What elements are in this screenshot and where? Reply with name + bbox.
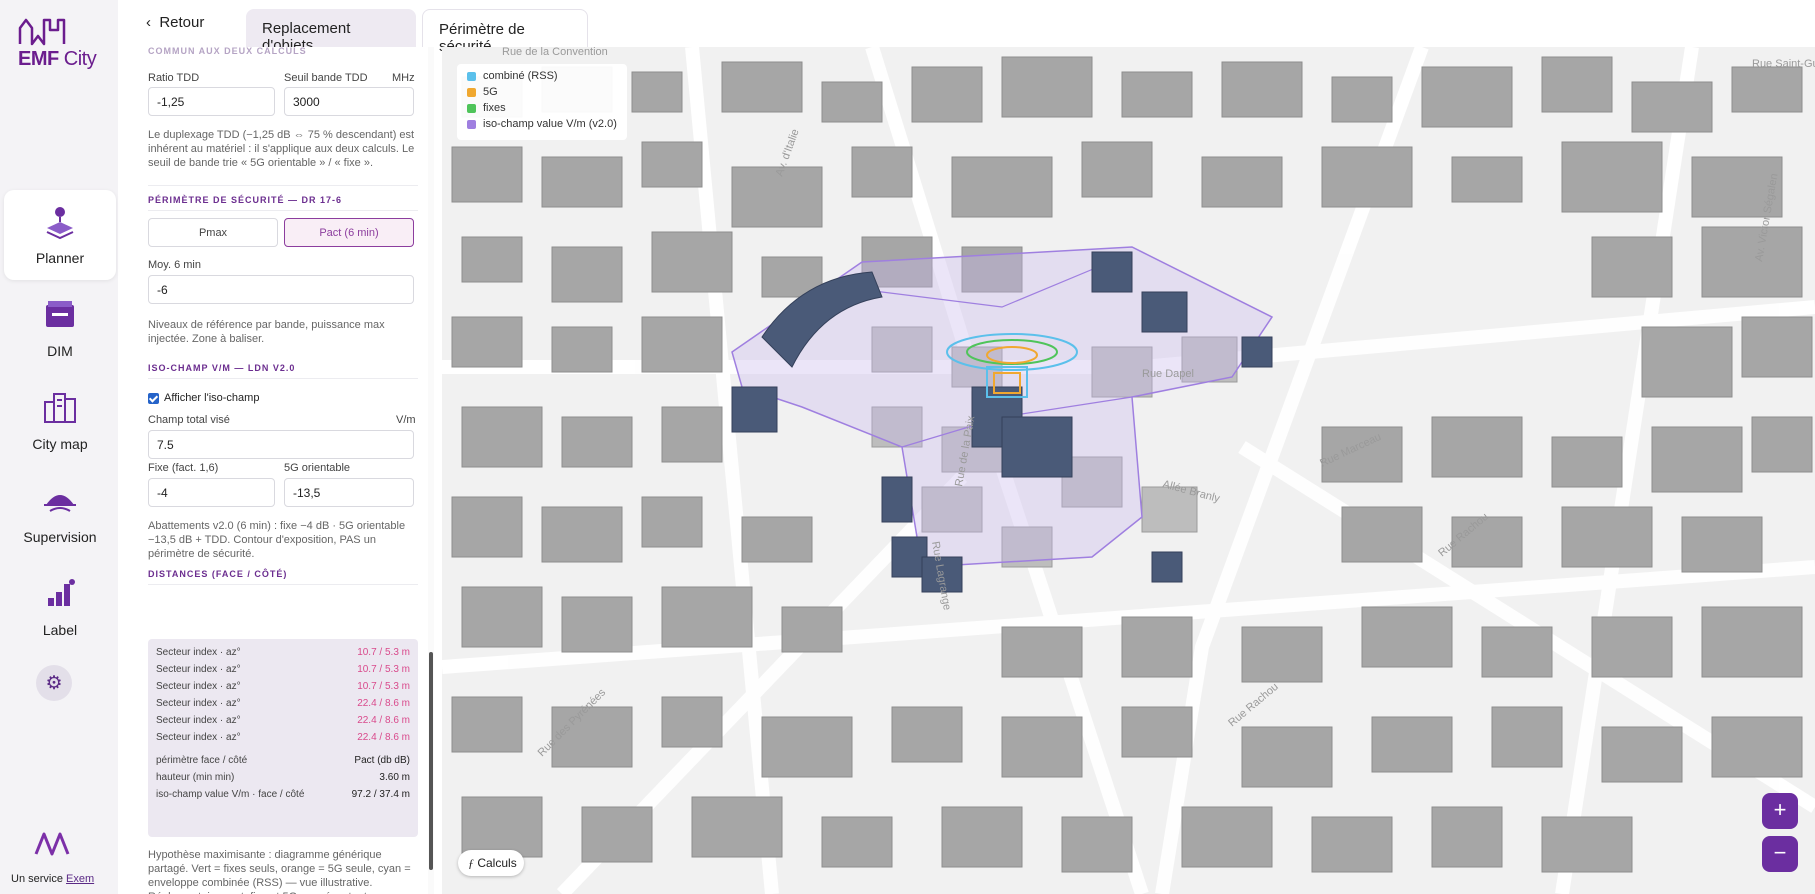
section-header-iso: ISO-CHAMP V/M — LDN V2.0 xyxy=(148,363,296,373)
section-header-perimetre: PÉRIMÈTRE DE SÉCURITÉ — DR 17-6 xyxy=(148,195,343,205)
zoom-out-button[interactable]: − xyxy=(1762,836,1798,872)
back-button[interactable]: ‹ Retour xyxy=(146,14,204,31)
seuil-bande-input[interactable]: 3000 xyxy=(284,87,414,116)
logo-wave-icon xyxy=(18,18,66,46)
function-icon: ƒ xyxy=(468,856,474,870)
calculs-button[interactable]: ƒ Calculs xyxy=(458,850,524,876)
moy-label: Moy. 6 min xyxy=(148,259,201,271)
supervision-icon xyxy=(44,495,76,512)
afficher-iso-label: Afficher l'iso-champ xyxy=(164,392,260,404)
settings-panel: COMMUN AUX DEUX CALCULS Ratio TDD Seuil … xyxy=(134,47,434,894)
moy-6min-input[interactable]: -6 xyxy=(148,275,414,304)
summary-row: iso-champ value V/m · face / côté 97.2 / … xyxy=(156,789,410,800)
distance-row: Secteur index · az° 22.4 / 8.6 m xyxy=(156,715,410,726)
distances-box: Secteur index · az° 10.7 / 5.3 m Secteur … xyxy=(148,639,418,837)
nav-item-dim[interactable]: DIM xyxy=(4,283,116,373)
nav-label-label: Label xyxy=(42,622,78,638)
seuil-unit: MHz xyxy=(392,72,415,84)
ratio-label: Ratio TDD xyxy=(148,72,200,84)
divider xyxy=(148,584,418,585)
sidebar-nav: EMF City Planner DIM City map Supervisio… xyxy=(0,0,118,894)
nav-item-city-map[interactable]: City map xyxy=(4,376,116,466)
seuil-label: Seuil bande TDD xyxy=(284,72,368,84)
afficher-iso-checkbox[interactable] xyxy=(148,393,159,404)
exem-logo-icon xyxy=(34,832,70,856)
brand-logo[interactable]: EMF City xyxy=(14,18,104,76)
divider xyxy=(148,185,418,186)
panel-scrollbar-thumb[interactable] xyxy=(429,652,433,870)
tab-perimetre[interactable]: Périmètre de sécurité xyxy=(422,9,588,55)
label-icon xyxy=(48,579,75,606)
champ-label: Champ total visé xyxy=(148,414,230,426)
street-label: Rue Saint-Guilhem xyxy=(1752,58,1815,70)
legend-swatch xyxy=(467,104,476,113)
distance-row: Secteur index · az° 10.7 / 5.3 m xyxy=(156,647,410,658)
ratio-tdd-input[interactable]: -1,25 xyxy=(148,87,275,116)
nav-item-supervision[interactable]: Supervision xyxy=(4,469,116,559)
gear-icon: ⚙ xyxy=(45,673,63,694)
nav-label-city-map: City map xyxy=(32,436,88,452)
distance-row: Secteur index · az° 22.4 / 8.6 m xyxy=(156,732,410,743)
hypothese-help-text: Hypothèse maximisante : diagramme généri… xyxy=(148,849,411,894)
fixe-label: Fixe (fact. 1,6) xyxy=(148,462,219,474)
map-view[interactable]: Rue de la Convention Rue Saint-Guilhem A… xyxy=(442,47,1815,894)
champ-unit: V/m xyxy=(396,414,416,426)
nav-item-label[interactable]: Label xyxy=(4,562,116,652)
legend-swatch xyxy=(467,120,476,129)
dim-icon xyxy=(46,301,74,327)
g5-input[interactable]: -13,5 xyxy=(284,478,414,507)
niveaux-help-text: Niveaux de référence par bande, puissanc… xyxy=(148,319,385,345)
legend-swatch xyxy=(467,72,476,81)
nav-label-dim: DIM xyxy=(47,343,73,359)
city-map-icon xyxy=(44,393,76,423)
map-legend: combiné (RSS) 5G fixes iso-champ value V… xyxy=(457,64,627,140)
street-label: Rue Rachou xyxy=(1226,681,1281,730)
divider xyxy=(148,378,418,379)
tdd-help-text: Le duplexage TDD (−1,25 dB ⇔ 75 % descen… xyxy=(148,129,415,169)
nav-label-planner: Planner xyxy=(35,250,85,266)
distance-row: Secteur index · az° 22.4 / 8.6 m xyxy=(156,698,410,709)
nav-label-supervision: Supervision xyxy=(23,529,97,545)
section-header-distances: DISTANCES (FACE / CÔTÉ) xyxy=(148,569,288,579)
g5-label: 5G orientable xyxy=(284,462,351,474)
distance-row: Secteur index · az° 10.7 / 5.3 m xyxy=(156,664,410,675)
planner-icon xyxy=(46,207,74,240)
app-root: EMF City Planner DIM City map Supervisio… xyxy=(0,0,1815,894)
street-label: Rue de la Convention xyxy=(502,47,608,58)
brand-name: EMF City xyxy=(18,48,97,70)
nav-item-planner[interactable]: Planner xyxy=(4,190,116,280)
section-header-common: COMMUN AUX DEUX CALCULS xyxy=(148,47,307,56)
summary-row: hauteur (min min) 3.60 m xyxy=(156,772,410,783)
divider xyxy=(148,210,418,211)
pact-toggle[interactable]: Pact (6 min) xyxy=(284,218,414,247)
chevron-left-icon: ‹ xyxy=(146,14,151,31)
abattements-help-text: Abattements v2.0 (6 min) : fixe −4 dB · … xyxy=(148,520,406,560)
street-label: Rue Dapel xyxy=(1142,368,1194,380)
distance-row: Secteur index · az° 10.7 / 5.3 m xyxy=(156,681,410,692)
top-bar: ‹ Retour Replacement d'objets Périmètre … xyxy=(118,0,1815,55)
champ-total-input[interactable]: 7.5 xyxy=(148,430,414,459)
exem-link[interactable]: Exem xyxy=(66,873,94,885)
summary-row: périmètre face / côté Pact (db dB) xyxy=(156,755,410,766)
tab-replacement[interactable]: Replacement d'objets xyxy=(246,9,416,54)
zoom-in-button[interactable]: + xyxy=(1762,793,1798,829)
legend-swatch xyxy=(467,88,476,97)
fixe-input[interactable]: -4 xyxy=(148,478,275,507)
pmax-toggle[interactable]: Pmax xyxy=(148,218,278,247)
footer-credit: Un service Exem xyxy=(11,873,95,885)
settings-button[interactable]: ⚙ xyxy=(36,665,72,701)
city-3d-map[interactable]: Rue de la Convention Rue Saint-Guilhem A… xyxy=(442,47,1815,894)
